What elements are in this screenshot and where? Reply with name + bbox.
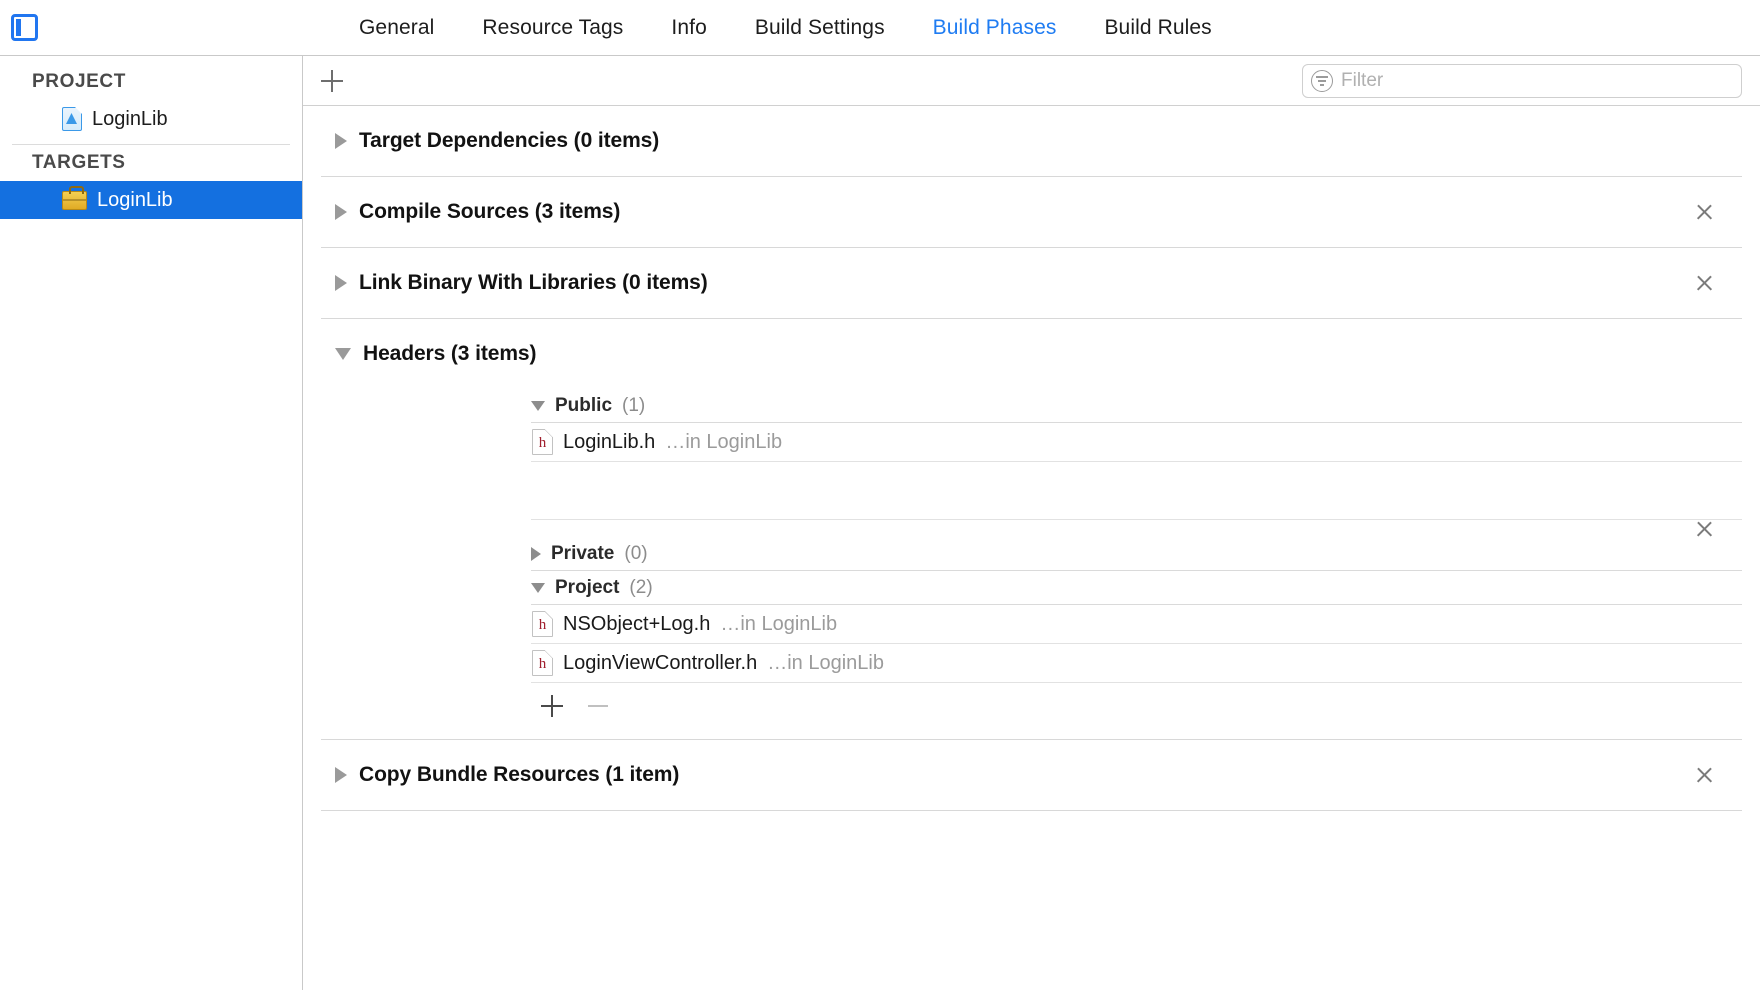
headers-subgroup-public[interactable]: Public (1) [531,389,1742,423]
build-phase-link-binary: Link Binary With Libraries (0 items) [321,248,1742,319]
toolbox-icon [62,191,87,210]
sidebar-item-label: LoginLib [92,108,168,131]
headers-phase-body: Public (1) h LoginLib.h …in LoginLib [321,389,1742,739]
phase-title: Compile Sources (3 items) [359,200,620,224]
tab-build-phases[interactable]: Build Phases [909,16,1081,40]
project-icon [62,107,82,131]
filter-field[interactable]: Filter [1302,64,1742,98]
add-build-phase-button[interactable] [317,66,347,96]
subgroup-count: (0) [624,543,647,565]
file-name: NSObject+Log.h [563,613,710,636]
headers-subgroup-private[interactable]: Private (0) [531,537,1742,571]
sidebar-item-target-loginlib[interactable]: LoginLib [0,181,302,219]
editor-tab-bar: General Resource Tags Info Build Setting… [0,0,1760,56]
phase-header[interactable]: Target Dependencies (0 items) [321,106,1742,176]
file-name: LoginViewController.h [563,652,757,675]
filter-placeholder: Filter [1341,70,1383,92]
build-phase-compile-sources: Compile Sources (3 items) [321,177,1742,248]
file-name: LoginLib.h [563,431,655,454]
subgroup-gap [531,520,1742,537]
phase-header[interactable]: Link Binary With Libraries (0 items) [321,248,1742,318]
file-location: …in LoginLib [665,431,782,454]
build-phase-copy-bundle-resources: Copy Bundle Resources (1 item) [321,740,1742,811]
tab-list: General Resource Tags Info Build Setting… [335,16,1236,40]
build-phases-pane: Filter Target Dependencies (0 items) Com… [303,56,1760,990]
sidebar-heading-project: PROJECT [0,64,302,100]
file-location: …in LoginLib [767,652,884,675]
disclosure-triangle-closed-icon[interactable] [335,204,347,220]
subgroup-name: Private [551,543,614,565]
headers-subgroup-project[interactable]: Project (2) [531,571,1742,605]
tab-resource-tags[interactable]: Resource Tags [458,16,647,40]
disclosure-triangle-closed-icon[interactable] [335,133,347,149]
filter-icon [1311,70,1333,92]
phase-header[interactable]: Compile Sources (3 items) [321,177,1742,247]
build-phase-headers: Headers (3 items) Public (1) h LoginLib.… [321,319,1742,740]
header-file-row[interactable]: h LoginLib.h …in LoginLib [531,423,1742,462]
file-location: …in LoginLib [720,613,837,636]
header-file-row[interactable]: h LoginViewController.h …in LoginLib [531,644,1742,683]
h-file-icon: h [532,650,553,676]
xcode-build-phases-window: General Resource Tags Info Build Setting… [0,0,1760,990]
subgroup-count: (1) [622,395,645,417]
phase-header[interactable]: Copy Bundle Resources (1 item) [321,740,1742,810]
disclosure-triangle-closed-icon[interactable] [335,275,347,291]
sidebar-item-project-loginlib[interactable]: LoginLib [0,100,302,138]
phase-title: Headers (3 items) [363,342,536,366]
navigator-toggle-icon[interactable] [11,14,38,41]
subgroup-name: Project [555,577,619,599]
tab-build-rules[interactable]: Build Rules [1080,16,1235,40]
tab-general[interactable]: General [335,16,458,40]
tab-build-settings[interactable]: Build Settings [731,16,909,40]
subgroup-name: Public [555,395,612,417]
editor-body: PROJECT LoginLib TARGETS LoginLib Filter [0,56,1760,990]
disclosure-triangle-open-icon[interactable] [531,583,545,593]
build-phase-list: Target Dependencies (0 items) Compile So… [303,106,1760,990]
tab-info[interactable]: Info [647,16,730,40]
disclosure-triangle-closed-icon[interactable] [531,547,541,561]
sidebar-heading-targets: TARGETS [0,145,302,181]
build-phase-target-dependencies: Target Dependencies (0 items) [321,106,1742,177]
disclosure-triangle-open-icon[interactable] [335,348,351,360]
remove-phase-icon[interactable] [1694,519,1714,539]
h-file-icon: h [532,611,553,637]
remove-phase-icon[interactable] [1694,273,1714,293]
remove-phase-icon[interactable] [1694,765,1714,785]
disclosure-triangle-closed-icon[interactable] [335,767,347,783]
build-phases-toolbar: Filter [303,56,1760,106]
phase-title: Target Dependencies (0 items) [359,129,659,153]
subgroup-count: (2) [629,577,652,599]
phase-title: Link Binary With Libraries (0 items) [359,271,708,295]
add-header-file-button[interactable] [541,695,563,717]
remove-phase-icon[interactable] [1694,202,1714,222]
project-target-sidebar: PROJECT LoginLib TARGETS LoginLib [0,56,303,990]
phase-title: Copy Bundle Resources (1 item) [359,763,679,787]
sidebar-item-label: LoginLib [97,189,173,212]
phase-header[interactable]: Headers (3 items) [321,319,1742,389]
disclosure-triangle-open-icon[interactable] [531,401,545,411]
header-file-row[interactable]: h NSObject+Log.h …in LoginLib [531,605,1742,644]
headers-add-remove-bar [531,683,1742,729]
h-file-icon: h [532,429,553,455]
public-dropzone[interactable] [531,462,1742,520]
remove-header-file-button [587,695,609,717]
